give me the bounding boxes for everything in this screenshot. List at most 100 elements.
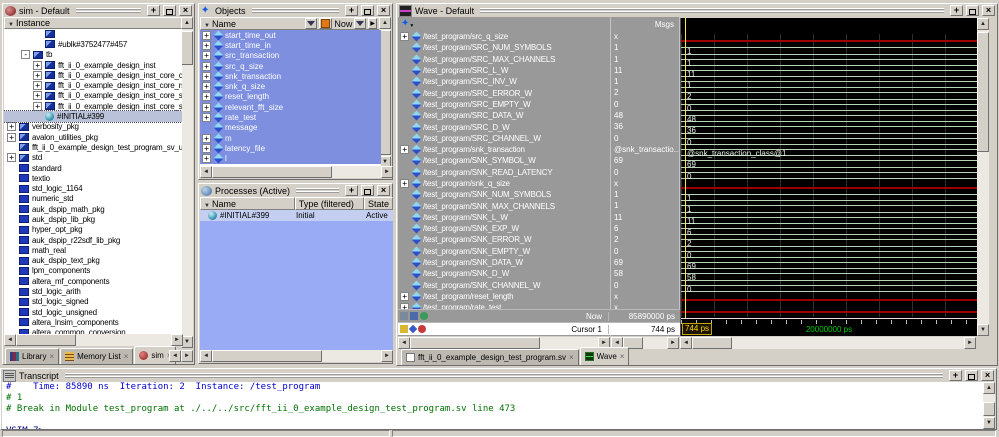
instance-tree-item[interactable]: #ublk#3752477#457 <box>4 39 182 49</box>
waveform-row[interactable]: 69 <box>681 260 977 271</box>
scroll-track[interactable] <box>181 29 193 336</box>
scroll-left-icon[interactable] <box>200 350 212 362</box>
wave-tool-icon[interactable] <box>400 312 408 320</box>
waveform-rows[interactable]: 1 1 11 1 2 0 <box>681 34 977 317</box>
wave-signal-row[interactable]: + /test_program/reset_length <box>398 291 610 302</box>
signal-value[interactable]: 69 <box>611 257 679 268</box>
object-item[interactable]: + relevant_fft_size <box>200 102 381 112</box>
instance-column-header[interactable]: Instance <box>4 17 182 29</box>
objects-column-header[interactable]: Name Now ▶ <box>200 17 381 30</box>
scroll-left-icon[interactable] <box>4 334 16 346</box>
wave-signal-row[interactable]: /test_program/SRC_ERROR_W <box>398 87 610 98</box>
object-expander-icon[interactable]: + <box>202 62 211 71</box>
scroll-right-icon[interactable] <box>964 337 976 349</box>
instance-tree-item[interactable]: std_logic_signed <box>4 297 182 307</box>
wave-signal-row[interactable]: /test_program/SNK_DATA_W <box>398 257 610 268</box>
expand-panel-button[interactable] <box>345 185 358 196</box>
object-item[interactable]: + snk_transaction <box>200 71 381 81</box>
object-expander-icon[interactable]: + <box>202 144 211 153</box>
now-row[interactable]: Now 85890000 ps <box>398 309 680 322</box>
waveform-row[interactable]: 0 <box>681 283 977 294</box>
scroll-up-icon[interactable] <box>983 382 995 394</box>
scroll-thumb[interactable] <box>212 350 322 362</box>
instance-tree-item[interactable]: altera_lnsim_components <box>4 317 182 327</box>
waveform-row[interactable] <box>681 294 977 305</box>
scroll-thumb[interactable] <box>983 402 995 416</box>
signal-value[interactable]: x <box>611 178 679 189</box>
signal-value[interactable]: 11 <box>611 65 679 76</box>
instance-tree-item[interactable]: + verbosity_pkg <box>4 122 182 132</box>
document-tab[interactable]: fft_ii_0_example_design_test_program.sv <box>401 349 579 365</box>
instance-tree-item[interactable]: std_logic_unsigned <box>4 307 182 317</box>
close-panel-button[interactable] <box>981 370 994 381</box>
scroll-left-icon[interactable] <box>200 166 212 178</box>
object-expander-icon[interactable]: + <box>202 72 211 81</box>
undock-panel-button[interactable] <box>966 5 979 16</box>
instance-tree-item[interactable] <box>4 29 182 39</box>
close-panel-button[interactable] <box>377 185 390 196</box>
tree-expander-icon[interactable]: + <box>7 153 16 162</box>
signal-value[interactable]: 0 <box>611 246 679 257</box>
scroll-up-icon[interactable] <box>181 17 193 29</box>
object-item[interactable]: + start_time_in <box>200 40 381 50</box>
wave-signal-row[interactable]: /test_program/SNK_EXP_W <box>398 223 610 234</box>
signal-value[interactable]: 69 <box>611 155 679 166</box>
object-expander-icon[interactable]: + <box>202 113 211 122</box>
instance-tree-item[interactable]: + fft_ii_0_example_design_inst_core_sour… <box>4 101 182 111</box>
instance-tree-item[interactable]: + avalon_utilities_pkg <box>4 132 182 142</box>
instance-tree-item[interactable]: + std <box>4 153 182 163</box>
signal-value[interactable]: x <box>611 31 679 42</box>
object-expander-icon[interactable]: + <box>202 154 211 163</box>
waveform-row[interactable] <box>681 305 977 316</box>
waveform-row[interactable]: 6 <box>681 226 977 237</box>
tab-close-icon[interactable] <box>124 352 129 361</box>
undock-panel-button[interactable] <box>163 5 176 16</box>
signal-value[interactable]: 1 <box>611 189 679 200</box>
expand-panel-button[interactable] <box>949 370 962 381</box>
waveform-row[interactable]: 0 <box>681 102 977 113</box>
objects-horizontal-scrollbar[interactable] <box>200 166 393 178</box>
signal-value[interactable]: 58 <box>611 268 679 279</box>
waveform-row[interactable] <box>681 181 977 192</box>
tree-expander-icon[interactable]: + <box>33 71 42 80</box>
cursor-delete-icon[interactable] <box>418 325 426 333</box>
object-item[interactable]: + start_time_out <box>200 30 381 40</box>
signal-value[interactable]: 0 <box>611 133 679 144</box>
process-row[interactable]: #INITIAL#399 Initial Active <box>200 210 393 221</box>
expand-panel-button[interactable] <box>147 5 160 16</box>
wave-cursor-line[interactable] <box>685 18 686 319</box>
filter-icon[interactable] <box>305 18 317 29</box>
instance-tree-item[interactable]: standard <box>4 163 182 173</box>
signal-expander-icon[interactable]: + <box>400 179 409 188</box>
instance-tree-item[interactable]: auk_dspip_lib_pkg <box>4 214 182 224</box>
wave-signal-row[interactable]: /test_program/SRC_CHANNEL_W <box>398 133 610 144</box>
wave-signal-row[interactable]: /test_program/SNK_READ_LATENCY <box>398 167 610 178</box>
signal-value[interactable]: 1 <box>611 200 679 211</box>
name-column-header[interactable]: Name <box>200 197 295 210</box>
instance-tree-item[interactable]: auk_dspip_r22sdf_lib_pkg <box>4 235 182 245</box>
object-expander-icon[interactable]: + <box>202 103 211 112</box>
filter-edit-icon[interactable] <box>354 18 366 29</box>
object-item[interactable]: + snk_q_size <box>200 81 381 91</box>
transcript-output[interactable]: # Time: 85890 ns Iteration: 2 Instance: … <box>2 382 983 429</box>
signal-value[interactable]: 36 <box>611 121 679 132</box>
tree-expander-icon[interactable]: + <box>33 102 42 111</box>
wave-signal-row[interactable]: /test_program/SNK_SYMBOL_W <box>398 155 610 166</box>
instance-tree-item[interactable]: lpm_components <box>4 266 182 276</box>
waveform-row[interactable] <box>681 34 977 45</box>
instance-tree-item[interactable]: altera_mf_components <box>4 276 182 286</box>
object-expander-icon[interactable]: + <box>202 41 211 50</box>
instance-tree-item[interactable]: math_real <box>4 245 182 255</box>
scroll-right-icon[interactable] <box>171 334 183 346</box>
wave-signal-row[interactable]: /test_program/SNK_MAX_CHANNELS <box>398 200 610 211</box>
scroll-right-icon[interactable] <box>381 350 393 362</box>
panel-drag-grip[interactable] <box>296 188 339 193</box>
signal-value[interactable]: 2 <box>611 234 679 245</box>
instance-tree-item[interactable]: std_logic_arith <box>4 286 182 296</box>
waveform-row[interactable]: @snk_transaction_class@1 <box>681 147 977 158</box>
signal-value[interactable]: 1 <box>611 42 679 53</box>
wave-tool-icon[interactable] <box>410 312 418 320</box>
object-item[interactable]: + rate_test <box>200 112 381 122</box>
tree-expander-icon[interactable]: + <box>7 133 16 142</box>
tab-close-icon[interactable] <box>620 352 625 361</box>
